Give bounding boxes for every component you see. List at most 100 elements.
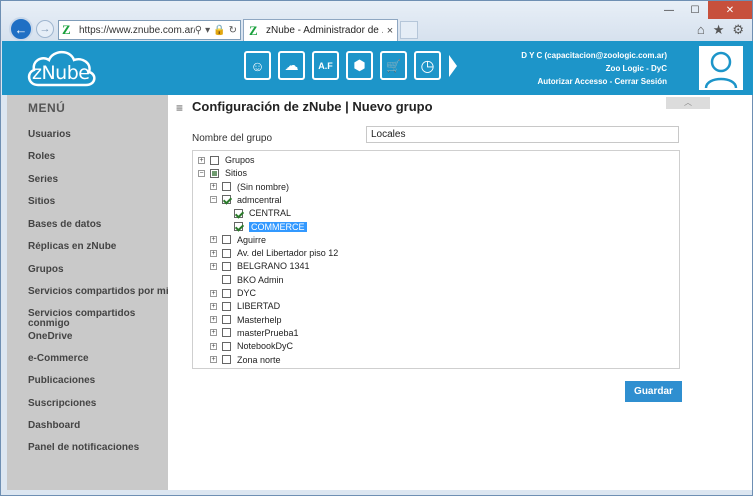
expand-plus-icon[interactable]: + bbox=[210, 183, 217, 191]
tree-checkbox[interactable] bbox=[222, 288, 231, 298]
next-arrow-icon[interactable] bbox=[449, 54, 457, 77]
new-tab-button[interactable] bbox=[400, 21, 418, 39]
favorites-star-icon[interactable]: ★ bbox=[713, 22, 725, 38]
expand-plus-icon[interactable]: + bbox=[210, 342, 217, 350]
group-name-input[interactable] bbox=[366, 126, 679, 143]
tree-node-label[interactable]: (Sin nombre) bbox=[237, 182, 289, 192]
expand-plus-icon[interactable]: + bbox=[210, 249, 217, 257]
tree-checkbox[interactable] bbox=[222, 182, 231, 192]
tree-checkbox[interactable] bbox=[222, 235, 231, 245]
avatar[interactable] bbox=[699, 46, 743, 90]
tree-checkbox[interactable] bbox=[222, 301, 231, 311]
tree-node[interactable]: + Masterhelp bbox=[210, 314, 282, 326]
sidebar-item-dashboard[interactable]: Dashboard bbox=[28, 421, 168, 431]
tree-node[interactable]: BKO Admin bbox=[210, 274, 284, 286]
collapse-minus-icon[interactable]: − bbox=[198, 169, 205, 177]
forward-arrow-icon[interactable]: → bbox=[36, 20, 54, 38]
tree-node[interactable]: + NotebookDyC bbox=[210, 340, 293, 352]
tree-node[interactable]: CENTRAL bbox=[222, 207, 291, 219]
search-icon[interactable]: ⚲ bbox=[195, 25, 202, 36]
tree-node-label[interactable]: admcentral bbox=[237, 195, 282, 205]
tree-node[interactable]: + DYC bbox=[210, 287, 256, 299]
sidebar-item-publicaciones[interactable]: Publicaciones bbox=[28, 376, 168, 386]
collapse-chevron-icon[interactable]: ︿ bbox=[666, 97, 710, 109]
tree-node[interactable]: + BELGRANO 1341 bbox=[210, 260, 310, 272]
tree-checkbox[interactable] bbox=[210, 168, 219, 178]
tree-node[interactable]: + Grupos bbox=[198, 154, 255, 166]
sidebar-item-bases-de-datos[interactable]: Bases de datos bbox=[28, 220, 168, 230]
sidebar-item-grupos[interactable]: Grupos bbox=[28, 265, 168, 275]
tree-node-label[interactable]: Masterhelp bbox=[237, 315, 282, 325]
expand-plus-icon[interactable]: + bbox=[210, 302, 217, 310]
tree-node[interactable]: + LIBERTAD bbox=[210, 300, 280, 312]
sidebar-item-ecommerce[interactable]: e-Commerce bbox=[28, 354, 168, 364]
hamburger-menu-icon[interactable]: ≡ bbox=[176, 101, 183, 115]
tree-node[interactable]: COMMERCE bbox=[222, 221, 307, 233]
tree-checkbox[interactable] bbox=[234, 222, 243, 231]
expand-plus-icon[interactable]: + bbox=[210, 316, 217, 324]
expand-plus-icon[interactable]: + bbox=[210, 329, 217, 337]
save-button[interactable]: Guardar bbox=[625, 381, 682, 402]
tree-node[interactable]: + (Sin nombre) bbox=[210, 181, 289, 193]
sidebar-item-series[interactable]: Series bbox=[28, 175, 168, 185]
dropdown-icon[interactable]: ▾ bbox=[205, 25, 210, 36]
sidebar-item-servicios-conmigo[interactable]: Servicios compartidos conmigo bbox=[28, 309, 148, 329]
tree-checkbox[interactable] bbox=[234, 208, 243, 218]
sidebar-item-sitios[interactable]: Sitios bbox=[28, 197, 168, 207]
cloud-gear-icon[interactable]: ☁ bbox=[278, 51, 305, 80]
refresh-icon[interactable]: ↻ bbox=[229, 25, 237, 36]
tree-checkbox[interactable] bbox=[222, 275, 231, 285]
tree-node-label[interactable]: Aguirre bbox=[237, 235, 266, 245]
tree-node[interactable]: + Zona norte bbox=[210, 354, 281, 366]
tree-node-label[interactable]: Av. del Libertador piso 12 bbox=[237, 248, 338, 258]
tree-node-label[interactable]: Grupos bbox=[225, 155, 255, 165]
home-icon[interactable]: ⌂ bbox=[697, 22, 705, 38]
tree-checkbox[interactable] bbox=[222, 248, 231, 258]
tree-node-label[interactable]: NotebookDyC bbox=[237, 341, 293, 351]
browser-tab[interactable]: Z zNube - Administrador de ... × bbox=[243, 19, 398, 41]
expand-plus-icon[interactable]: + bbox=[210, 262, 217, 270]
sidebar-item-suscripciones[interactable]: Suscripciones bbox=[28, 399, 168, 409]
tree-node-label[interactable]: DYC bbox=[237, 288, 256, 298]
user-links[interactable]: Autorizar Accesso - Cerrar Sesión bbox=[521, 75, 667, 88]
tree-node[interactable]: + Av. del Libertador piso 12 bbox=[210, 247, 338, 259]
tree-checkbox[interactable] bbox=[222, 341, 231, 351]
sidebar-item-servicios-por-mi[interactable]: Servicios compartidos por mi bbox=[28, 287, 168, 297]
tree-checkbox[interactable] bbox=[210, 155, 219, 165]
tree-checkbox[interactable] bbox=[222, 315, 231, 325]
expand-plus-icon[interactable]: + bbox=[210, 236, 217, 244]
tree-node-label[interactable]: LIBERTAD bbox=[237, 301, 280, 311]
tree-node-label[interactable]: Zona norte bbox=[237, 355, 281, 365]
maximize-icon[interactable]: ☐ bbox=[682, 1, 708, 19]
tab-close-icon[interactable]: × bbox=[383, 25, 397, 37]
collapse-minus-icon[interactable]: − bbox=[210, 196, 217, 204]
tree-checkbox[interactable] bbox=[222, 328, 231, 338]
znube-logo[interactable]: zNube bbox=[24, 47, 98, 89]
tree-node-label[interactable]: BELGRANO 1341 bbox=[237, 261, 310, 271]
expand-plus-icon[interactable]: + bbox=[210, 289, 217, 297]
sidebar-item-onedrive[interactable]: OneDrive bbox=[28, 332, 168, 342]
tree-node-label[interactable]: BKO Admin bbox=[237, 275, 284, 285]
tree-node[interactable]: + Aguirre bbox=[210, 234, 266, 246]
tree-node[interactable]: − admcentral bbox=[210, 194, 282, 206]
tree-node-label[interactable]: CENTRAL bbox=[249, 208, 291, 218]
expand-plus-icon[interactable]: + bbox=[198, 156, 205, 164]
sidebar-item-replicas[interactable]: Réplicas en zNube bbox=[28, 242, 168, 252]
tree-node[interactable]: − Sitios bbox=[198, 167, 247, 179]
clock-icon[interactable]: ◷ bbox=[414, 51, 441, 80]
users-circle-icon[interactable]: ☺ bbox=[244, 51, 271, 80]
expand-plus-icon[interactable]: + bbox=[210, 356, 217, 363]
back-arrow-icon[interactable]: ← bbox=[9, 17, 33, 41]
tree-node-label[interactable]: masterPrueba1 bbox=[237, 328, 299, 338]
sidebar-item-usuarios[interactable]: Usuarios bbox=[28, 130, 168, 140]
address-bar[interactable]: Z https://www.znube.com.ar/Acc ⚲ ▾ 🔒 ↻ bbox=[58, 20, 241, 40]
tree-node-label[interactable]: Sitios bbox=[225, 168, 247, 178]
af-icon[interactable]: A.F bbox=[312, 51, 339, 80]
tree-checkbox[interactable] bbox=[222, 355, 231, 364]
cube-icon[interactable]: ⬢ bbox=[346, 51, 373, 80]
tree-checkbox[interactable] bbox=[222, 261, 231, 271]
tree-node-label[interactable]: COMMERCE bbox=[249, 221, 307, 232]
address-text[interactable]: https://www.znube.com.ar/Acc bbox=[79, 25, 195, 36]
tree-node[interactable]: + masterPrueba1 bbox=[210, 327, 299, 339]
sidebar-item-notificaciones[interactable]: Panel de notificaciones bbox=[28, 443, 168, 453]
